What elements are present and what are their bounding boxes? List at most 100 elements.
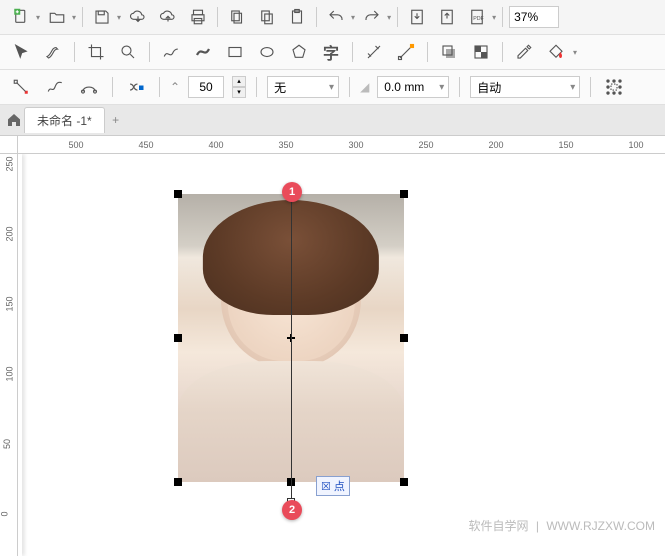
shape-tool[interactable]: [40, 39, 66, 65]
ruler-h-tick: 100: [628, 140, 643, 150]
preset-select[interactable]: 自动: [470, 76, 580, 98]
cut-button[interactable]: [224, 4, 250, 30]
preset-value: 自动: [477, 79, 501, 96]
bounding-box-button[interactable]: [601, 74, 627, 100]
handle-br[interactable]: [400, 478, 408, 486]
line-style-value: 无: [274, 79, 286, 96]
fill-tool[interactable]: [543, 39, 569, 65]
new-button[interactable]: [8, 4, 34, 30]
text-tool[interactable]: 字: [318, 39, 344, 65]
ruler-v-tick: 150: [5, 296, 15, 311]
angle-down[interactable]: ▾: [232, 87, 246, 98]
fill-dropdown-icon[interactable]: ▾: [573, 48, 577, 57]
ruler-h-tick: 150: [558, 140, 573, 150]
vertical-guideline[interactable]: [291, 190, 292, 508]
cloud-upload-button[interactable]: [155, 4, 181, 30]
print-button[interactable]: [185, 4, 211, 30]
smooth-settings-button[interactable]: [123, 74, 149, 100]
freehand-tool[interactable]: [158, 39, 184, 65]
bezier-mode-button[interactable]: [76, 74, 102, 100]
ruler-vertical[interactable]: 250 200 150 100 50 0: [0, 154, 18, 556]
undo-dropdown-icon[interactable]: ▾: [351, 13, 355, 22]
canvas[interactable]: 1 2 ☒ 点: [18, 154, 665, 556]
zoom-tool[interactable]: [115, 39, 141, 65]
handle-ml[interactable]: [174, 334, 182, 342]
line-style-select[interactable]: 无: [267, 76, 339, 98]
tab-label: 未命名 -1*: [37, 114, 92, 128]
page-edge-shadow: [18, 154, 22, 556]
tab-add-button[interactable]: +: [107, 111, 125, 129]
connector-tool[interactable]: [393, 39, 419, 65]
pick-tool[interactable]: [8, 39, 34, 65]
workspace: 250 200 150 100 50 0 1 2 ☒ 点: [0, 154, 665, 556]
angle-up[interactable]: ▴: [232, 76, 246, 87]
selected-image[interactable]: [178, 194, 404, 482]
separator: [149, 42, 150, 62]
angle-spinner[interactable]: ▴▾: [232, 76, 246, 98]
paste-button[interactable]: [284, 4, 310, 30]
ruler-h-tick: 350: [278, 140, 293, 150]
separator: [82, 7, 83, 27]
property-bar: ⌃ ▴▾ 无 ◢ 0.0 mm 自动: [0, 70, 665, 105]
transparency-tool[interactable]: [468, 39, 494, 65]
drop-shadow-tool[interactable]: [436, 39, 462, 65]
handle-tr[interactable]: [400, 190, 408, 198]
angle-input[interactable]: [188, 76, 224, 98]
line-2pt-button[interactable]: [8, 74, 34, 100]
publish-pdf-button[interactable]: PDF: [464, 4, 490, 30]
handle-bl[interactable]: [174, 478, 182, 486]
offset-icon: ◢: [360, 80, 369, 94]
tab-document[interactable]: 未命名 -1*: [24, 107, 105, 133]
crop-tool[interactable]: [83, 39, 109, 65]
new-dropdown-icon[interactable]: ▾: [36, 13, 40, 22]
eyedropper-tool[interactable]: [511, 39, 537, 65]
ruler-v-tick: 200: [5, 226, 15, 241]
watermark-site-cn: 软件自学网: [469, 519, 529, 533]
ruler-h-tick: 250: [418, 140, 433, 150]
open-button[interactable]: [44, 4, 70, 30]
annotation-badge-1: 1: [282, 182, 302, 202]
home-icon[interactable]: [6, 112, 22, 128]
cloud-download-button[interactable]: [125, 4, 151, 30]
ruler-v-tick: 250: [5, 156, 15, 171]
freehand-mode-button[interactable]: [42, 74, 68, 100]
ruler-h-tick: 400: [208, 140, 223, 150]
open-dropdown-icon[interactable]: ▾: [72, 13, 76, 22]
ruler-horizontal[interactable]: 500 450 400 350 300 250 200 150 100: [18, 136, 665, 154]
separator: [352, 42, 353, 62]
ruler-v-tick: 50: [2, 439, 12, 449]
svg-text:PDF: PDF: [473, 16, 484, 22]
ellipse-tool[interactable]: [254, 39, 280, 65]
polygon-tool[interactable]: [286, 39, 312, 65]
separator: [316, 7, 317, 27]
redo-dropdown-icon[interactable]: ▾: [387, 13, 391, 22]
separator: [256, 77, 257, 97]
offset-value: 0.0 mm: [384, 80, 424, 94]
export-button[interactable]: [434, 4, 460, 30]
save-dropdown-icon[interactable]: ▾: [117, 13, 121, 22]
handle-tl[interactable]: [174, 190, 182, 198]
document-tabs: 未命名 -1* +: [0, 105, 665, 136]
zoom-input[interactable]: [509, 6, 559, 28]
ruler-h-tick: 450: [138, 140, 153, 150]
angle-icon: ⌃: [170, 80, 180, 94]
save-button[interactable]: [89, 4, 115, 30]
ruler-h-tick: 300: [348, 140, 363, 150]
pdf-dropdown-icon[interactable]: ▾: [492, 13, 496, 22]
import-button[interactable]: [404, 4, 430, 30]
separator: [74, 42, 75, 62]
parallel-dim-tool[interactable]: [361, 39, 387, 65]
separator: [590, 77, 591, 97]
artistic-media-tool[interactable]: [190, 39, 216, 65]
watermark: 软件自学网 | WWW.RJZXW.COM: [469, 517, 655, 534]
rectangle-tool[interactable]: [222, 39, 248, 65]
offset-select[interactable]: 0.0 mm: [377, 76, 449, 98]
ruler-corner[interactable]: [0, 136, 18, 154]
copy-button[interactable]: [254, 4, 280, 30]
redo-button[interactable]: [359, 4, 385, 30]
handle-mr[interactable]: [400, 334, 408, 342]
undo-button[interactable]: [323, 4, 349, 30]
separator: [112, 77, 113, 97]
main-toolbar: ▾ ▾ ▾ ▾ ▾ PDF ▾: [0, 0, 665, 35]
separator: [459, 77, 460, 97]
